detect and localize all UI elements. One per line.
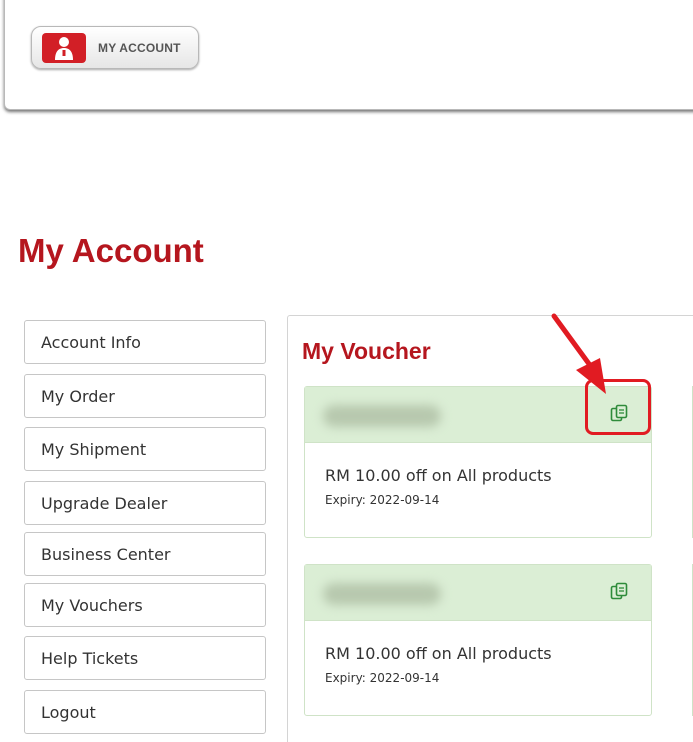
voucher-expiry: Expiry: 2022-09-14 <box>325 671 440 685</box>
sidebar-item-upgrade-dealer[interactable]: Upgrade Dealer <box>24 481 266 525</box>
sidebar-item-help-tickets[interactable]: Help Tickets <box>24 636 266 680</box>
voucher-description: RM 10.00 off on All products <box>325 466 552 485</box>
my-account-label: MY ACCOUNT <box>98 40 181 55</box>
sidebar-item-my-vouchers[interactable]: My Vouchers <box>24 583 266 627</box>
sidebar-item-my-shipment[interactable]: My Shipment <box>24 427 266 471</box>
voucher-card: RM 10.00 off on All products Expiry: 202… <box>304 564 652 716</box>
voucher-description: RM 10.00 off on All products <box>325 644 552 663</box>
sidebar-item-logout[interactable]: Logout <box>24 690 266 734</box>
voucher-code-redacted <box>323 405 441 427</box>
my-account-button[interactable]: MY ACCOUNT <box>31 26 199 69</box>
sidebar-item-business-center[interactable]: Business Center <box>24 532 266 576</box>
copy-icon[interactable] <box>609 581 629 601</box>
annotation-highlight-box <box>585 379 651 435</box>
voucher-expiry: Expiry: 2022-09-14 <box>325 493 440 507</box>
user-icon <box>42 32 86 63</box>
page-title: My Account <box>18 232 204 269</box>
sidebar-item-my-order[interactable]: My Order <box>24 374 266 418</box>
voucher-card-header <box>305 565 651 621</box>
voucher-code-redacted <box>323 583 441 605</box>
voucher-section-title: My Voucher <box>302 338 431 364</box>
sidebar-item-account-info[interactable]: Account Info <box>24 320 266 364</box>
